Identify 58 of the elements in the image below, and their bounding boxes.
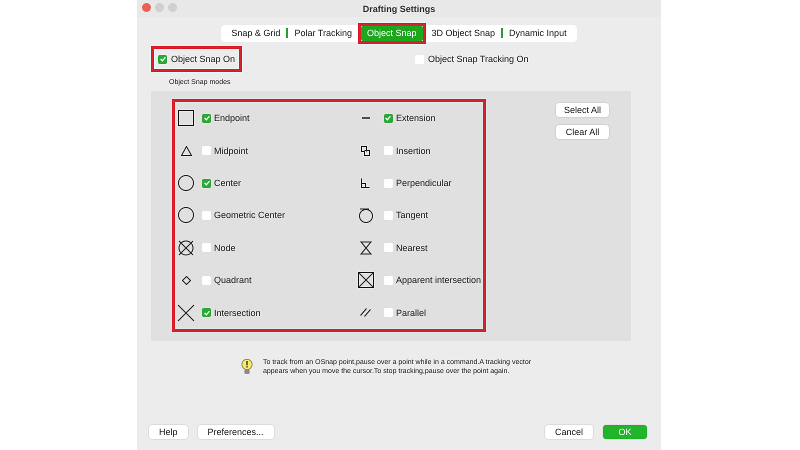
checkbox[interactable] (202, 276, 211, 285)
minimize-button[interactable] (155, 3, 164, 12)
checkbox-label: Quadrant (214, 275, 252, 286)
checkbox[interactable] (384, 243, 393, 252)
boxed-cross-icon (356, 271, 375, 290)
checkbox-label: Insertion (396, 146, 430, 156)
checkbox-label: Center (214, 178, 242, 188)
crossed-circle-icon (177, 238, 195, 257)
checkbox-label: Parallel (396, 308, 426, 318)
window-title: Drafting Settings (362, 4, 436, 14)
tab[interactable]: Snap & Grid (225, 26, 286, 40)
lightbulb-icon (241, 358, 253, 376)
panel-button[interactable]: Select All (556, 103, 610, 117)
checkbox-label: Extension (396, 113, 436, 124)
checkbox[interactable] (202, 243, 211, 252)
checkbox[interactable] (158, 54, 167, 64)
checkbox[interactable] (384, 178, 393, 188)
checkbox[interactable] (202, 146, 211, 156)
checkbox-label: Geometric Center (214, 210, 286, 220)
footer-button[interactable]: Preferences... (198, 425, 274, 439)
checkbox-label: Apparent intersection (396, 275, 481, 286)
checkbox-label: Tangent (396, 210, 428, 220)
checkbox[interactable] (384, 276, 393, 285)
parallel-lines-icon (360, 308, 372, 318)
cancel-button[interactable]: Cancel (544, 425, 593, 439)
panel-button[interactable]: Clear All (556, 125, 610, 139)
circle-icon (177, 206, 195, 224)
overlapping-squares-icon (361, 146, 370, 156)
checkbox-label: Nearest (396, 242, 428, 253)
close-button[interactable] (142, 3, 151, 12)
checkbox[interactable] (384, 210, 393, 220)
checkbox[interactable] (384, 308, 393, 318)
checkbox[interactable] (384, 146, 393, 156)
checkbox-label: Object Snap Tracking On (428, 54, 529, 64)
dash-icon (362, 117, 370, 120)
tab[interactable]: 3D Object Snap (426, 26, 502, 40)
tab[interactable]: Polar Tracking (288, 26, 358, 40)
footer-button[interactable]: Help (149, 425, 188, 439)
checkbox[interactable] (202, 178, 211, 188)
checkbox-label: Midpoint (214, 146, 248, 156)
cross-icon (177, 304, 195, 322)
checkbox[interactable] (202, 210, 211, 220)
tab[interactable]: Dynamic Input (503, 26, 573, 40)
checkbox[interactable] (202, 114, 211, 123)
triangle-icon (180, 146, 192, 156)
circle-icon (177, 174, 195, 192)
diamond-icon (182, 276, 190, 285)
checkbox[interactable] (384, 114, 393, 123)
tangent-circle-icon (356, 206, 375, 224)
checkbox-label: Object Snap On (171, 54, 236, 64)
square-icon (177, 109, 195, 128)
checkbox-label: Perpendicular (396, 178, 452, 188)
checkbox-label: Endpoint (214, 113, 250, 124)
checkbox-label: Node (214, 242, 236, 253)
right-angle-icon (361, 178, 370, 188)
checkbox[interactable] (202, 308, 211, 318)
zoom-button[interactable] (168, 3, 177, 12)
checkbox-label: Intersection (214, 308, 261, 318)
